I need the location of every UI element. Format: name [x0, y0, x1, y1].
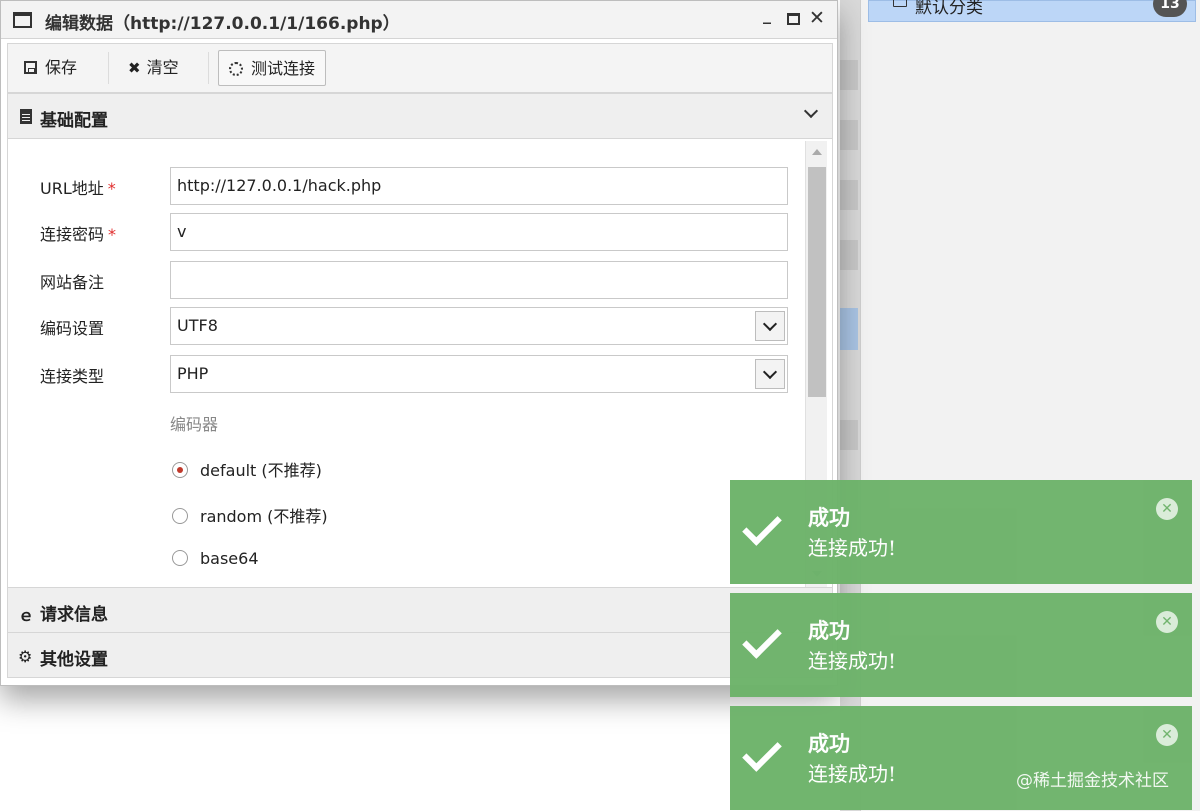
toast-title: 成功	[808, 731, 850, 756]
section-request-label: 请求信息	[40, 605, 108, 625]
watermark: @稀土掘金技术社区	[1016, 771, 1169, 791]
minimize-button[interactable]: _	[763, 5, 771, 24]
encoder-option-default[interactable]: default (不推荐)	[172, 457, 322, 481]
section-basic-label: 基础配置	[40, 111, 108, 131]
encoder-title: 编码器	[170, 415, 219, 434]
success-toast[interactable]: 成功 连接成功! ✕	[730, 706, 1192, 810]
scroll-thumb[interactable]	[808, 167, 826, 397]
close-circle-icon[interactable]: ✕	[1156, 498, 1178, 520]
clear-button[interactable]: ✖ 清空	[120, 50, 187, 86]
category-label: 默认分类	[915, 0, 983, 18]
url-input[interactable]: http://127.0.0.1/hack.php	[170, 167, 788, 205]
radio-unchecked[interactable]	[172, 550, 188, 566]
toast-title: 成功	[808, 618, 850, 643]
chevron-down-icon[interactable]	[755, 311, 785, 341]
save-label: 保存	[45, 58, 78, 77]
background-selected-strip	[840, 308, 858, 350]
spinner-icon	[229, 62, 243, 76]
encoding-label: 编码设置	[40, 319, 105, 338]
section-other-settings[interactable]: ⚙ 其他设置	[7, 632, 833, 678]
toast-title: 成功	[808, 505, 850, 530]
note-label: 网站备注	[40, 273, 105, 292]
encoder-option-label: default (不推荐)	[200, 461, 322, 480]
encoder-option-label: random (不推荐)	[200, 507, 328, 526]
password-input[interactable]: v	[170, 213, 788, 251]
encoding-select[interactable]: UTF8	[170, 307, 788, 345]
checkmark-icon	[742, 732, 782, 772]
encoder-option-label: base64	[200, 549, 259, 568]
close-button[interactable]: ✕	[809, 7, 825, 29]
chevron-down-icon[interactable]	[755, 359, 785, 389]
note-input[interactable]	[170, 261, 788, 299]
section-other-label: 其他设置	[40, 650, 108, 670]
encoder-option-base64[interactable]: base64	[172, 549, 259, 568]
toolbar-divider	[108, 52, 109, 84]
connection-type-select[interactable]: PHP	[170, 355, 788, 393]
dialog-toolbar: 保存 ✖ 清空 测试连接	[7, 43, 833, 93]
dialog-titlebar[interactable]: 编辑数据（http://127.0.0.1/1/166.php） _ ✕	[1, 1, 837, 39]
checkmark-icon	[742, 506, 782, 546]
required-mark: *	[108, 225, 117, 244]
category-count-badge: 13	[1153, 0, 1187, 17]
password-label: 连接密码 *	[40, 225, 117, 244]
scroll-up-icon[interactable]	[812, 149, 822, 155]
radio-unchecked[interactable]	[172, 508, 188, 524]
chevron-down-icon	[803, 103, 819, 119]
section-basic-config[interactable]: 基础配置	[7, 93, 833, 139]
toast-message: 连接成功!	[808, 762, 897, 786]
checkmark-icon	[742, 619, 782, 659]
category-row-default[interactable]: 默认分类 13	[868, 0, 1196, 22]
success-toast[interactable]: 成功 连接成功! ✕	[730, 480, 1192, 584]
edit-data-dialog: 编辑数据（http://127.0.0.1/1/166.php） _ ✕ 保存 …	[0, 0, 838, 686]
basic-config-form: URL地址 * http://127.0.0.1/hack.php 连接密码 * v…	[7, 139, 833, 587]
test-connection-button[interactable]: 测试连接	[218, 50, 327, 86]
url-label: URL地址 *	[40, 179, 116, 198]
clear-icon: ✖	[128, 59, 141, 77]
type-label: 连接类型	[40, 367, 105, 386]
required-mark: *	[107, 179, 116, 198]
encoder-option-random[interactable]: random (不推荐)	[172, 503, 328, 527]
close-circle-icon[interactable]: ✕	[1156, 611, 1178, 633]
toast-message: 连接成功!	[808, 536, 897, 560]
document-icon	[20, 109, 32, 124]
toolbar-divider	[208, 52, 209, 84]
close-circle-icon[interactable]: ✕	[1156, 724, 1178, 746]
radio-checked[interactable]	[172, 462, 188, 478]
clear-label: 清空	[146, 58, 179, 77]
edge-icon: ｅ	[18, 606, 35, 625]
success-toast[interactable]: 成功 连接成功! ✕	[730, 593, 1192, 697]
save-icon	[24, 61, 37, 74]
window-icon	[13, 12, 32, 28]
maximize-button[interactable]	[787, 13, 800, 25]
folder-icon	[893, 0, 907, 7]
connection-type-value: PHP	[177, 364, 209, 383]
section-request-info[interactable]: ｅ 请求信息	[7, 587, 833, 633]
toast-message: 连接成功!	[808, 649, 897, 673]
encoding-value: UTF8	[177, 316, 218, 335]
dialog-title: 编辑数据（http://127.0.0.1/1/166.php）	[45, 14, 400, 34]
save-button[interactable]: 保存	[16, 50, 85, 86]
gears-icon: ⚙	[18, 647, 33, 666]
test-connection-label: 测试连接	[251, 59, 316, 78]
